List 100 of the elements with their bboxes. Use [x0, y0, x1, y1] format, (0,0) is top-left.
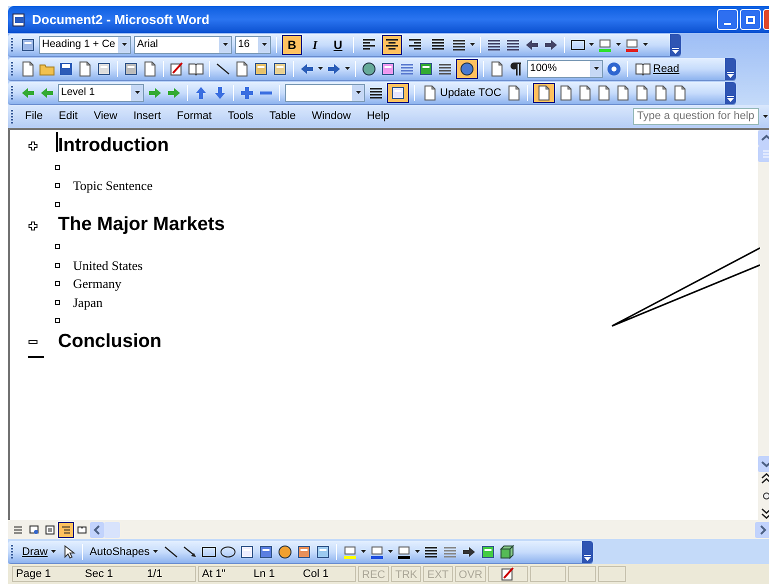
zoom-dropdown[interactable]: 100%: [527, 60, 603, 78]
menu-item[interactable]: Tools: [220, 108, 262, 125]
highlighter-icon[interactable]: [597, 37, 613, 53]
dropdown-caret-icon[interactable]: [222, 43, 228, 47]
dropdown-caret-icon[interactable]: [643, 43, 648, 47]
outline-heading: Conclusion: [58, 330, 162, 354]
dropdown-caret-icon[interactable]: [616, 43, 621, 47]
align-center-icon: [385, 38, 399, 52]
italic-button[interactable]: I: [305, 35, 325, 55]
position-at: At 1": [202, 566, 226, 582]
move-down-icon[interactable]: [212, 85, 228, 101]
dropdown-caret-icon[interactable]: [122, 43, 126, 47]
line-spacing-icon[interactable]: [451, 37, 467, 53]
outline-view-button[interactable]: [58, 522, 74, 538]
toolbar-options-icon[interactable]: [727, 96, 734, 102]
line-color-icon[interactable]: [368, 544, 385, 560]
autoshapes-menu-button[interactable]: AutoShapes: [88, 544, 160, 560]
body-text-symbol-icon[interactable]: [55, 202, 60, 207]
dropdown-caret-icon[interactable]: [589, 43, 594, 47]
rectangle-icon[interactable]: [200, 544, 217, 560]
dropdown-caret-icon[interactable]: [50, 550, 56, 554]
window-title: Document2 - Microsoft Word: [32, 10, 210, 29]
draw-menu-button[interactable]: Draw: [20, 544, 58, 560]
help-question-field[interactable]: Type a question for help: [633, 108, 759, 125]
font-size-dropdown[interactable]: 16: [235, 36, 271, 54]
fill-color-icon[interactable]: [342, 544, 358, 560]
menu-item[interactable]: File: [17, 108, 51, 125]
body-text-symbol-icon[interactable]: [55, 262, 60, 268]
outline-heading: Introduction: [58, 134, 169, 158]
style-dropdown[interactable]: Heading 1 + Ce: [39, 36, 131, 54]
scroll-thumb-icon[interactable]: [104, 522, 120, 538]
minimize-button[interactable]: [717, 9, 738, 30]
menu-item[interactable]: Edit: [50, 108, 86, 125]
new-document-icon[interactable]: [20, 61, 36, 77]
save-icon[interactable]: [58, 61, 74, 77]
bold-button[interactable]: B: [282, 35, 302, 55]
decrease-indent-icon[interactable]: [524, 37, 540, 53]
research-icon[interactable]: [188, 61, 204, 77]
arrow-style-icon[interactable]: [460, 544, 477, 560]
dropdown-caret-icon[interactable]: [470, 43, 475, 47]
menu-item[interactable]: Format: [168, 108, 220, 125]
scroll-left-icon[interactable]: [90, 522, 104, 538]
body-text-symbol-icon[interactable]: [55, 300, 60, 305]
dropdown-caret-icon[interactable]: [414, 550, 420, 554]
menu-item[interactable]: Help: [358, 108, 398, 125]
body-text-symbol-icon[interactable]: [55, 183, 60, 188]
read-button[interactable]: Read: [633, 60, 682, 78]
expand-symbol-icon[interactable]: [28, 141, 38, 151]
menu-item[interactable]: Window: [304, 108, 359, 125]
align-center-button[interactable]: [382, 35, 402, 55]
dropdown-caret-icon[interactable]: [345, 67, 350, 71]
underline-button[interactable]: U: [328, 35, 348, 55]
status-panel: [530, 566, 566, 582]
dropdown-caret-icon[interactable]: [152, 550, 158, 554]
move-up-icon[interactable]: [193, 85, 209, 101]
menu-item[interactable]: Insert: [125, 108, 169, 125]
dropdown-caret-icon[interactable]: [356, 91, 360, 95]
undo-icon[interactable]: [299, 61, 315, 77]
scroll-right-icon[interactable]: [755, 522, 769, 538]
status-panel: [568, 566, 596, 582]
expand-symbol-icon[interactable]: [28, 220, 38, 230]
font-dropdown[interactable]: Arial: [134, 36, 232, 54]
oval-icon[interactable]: [220, 544, 236, 560]
font-color-icon[interactable]: [624, 37, 640, 53]
dropdown-caret-icon[interactable]: [360, 550, 366, 554]
dropdown-caret-icon[interactable]: [594, 67, 598, 71]
font-color-icon[interactable]: [396, 544, 412, 560]
update-toc-button[interactable]: Update TOC: [420, 84, 504, 102]
print-layout-icon: [45, 524, 55, 534]
redo-icon[interactable]: [326, 61, 342, 77]
body-text: United States: [73, 256, 143, 274]
pilcrow-icon[interactable]: [508, 61, 524, 77]
expand-icon[interactable]: [239, 85, 255, 101]
dropdown-caret-icon[interactable]: [388, 550, 393, 554]
toolbar-options-icon[interactable]: [672, 48, 679, 54]
dropdown-caret-icon[interactable]: [134, 91, 140, 95]
toolbar-options-icon[interactable]: [584, 555, 591, 561]
body-text-symbol-icon[interactable]: [55, 244, 60, 250]
body-text-symbol-icon[interactable]: [55, 281, 60, 286]
menu-item[interactable]: Table: [261, 108, 304, 125]
restore-button[interactable]: [740, 9, 761, 30]
toolbar-options-icon[interactable]: [727, 72, 734, 78]
border-icon[interactable]: [570, 37, 586, 53]
three-d-icon[interactable]: [498, 544, 515, 560]
arrow-icon[interactable]: [182, 544, 198, 560]
dropdown-caret-icon[interactable]: [763, 114, 768, 118]
menu-item[interactable]: View: [86, 108, 126, 125]
book-icon[interactable]: [635, 61, 651, 77]
body-text-symbol-icon[interactable]: [55, 318, 60, 324]
line-icon[interactable]: [162, 544, 179, 560]
dropdown-caret-icon[interactable]: [318, 67, 323, 71]
line-style-icon[interactable]: [422, 544, 439, 560]
body-text-symbol-icon[interactable]: [55, 164, 60, 170]
dropdown-caret-icon[interactable]: [262, 43, 266, 47]
status-panel: [598, 566, 626, 582]
outline-level-dropdown[interactable]: Level 1: [58, 84, 144, 102]
increase-indent-icon[interactable]: [543, 37, 559, 53]
help-icon[interactable]: [606, 61, 622, 77]
body-text: Topic Sentence: [73, 177, 153, 195]
reading-layout-icon: [77, 524, 87, 534]
